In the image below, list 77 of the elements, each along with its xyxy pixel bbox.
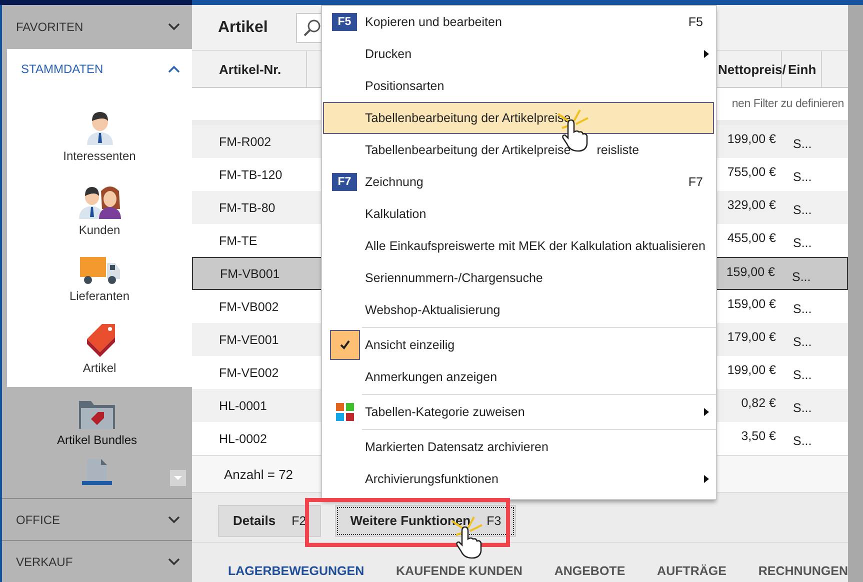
table-cell-text: 0,82 € (740, 395, 777, 412)
table-cell-text: 329,00 € (726, 197, 777, 214)
submenu-arrow-icon (704, 475, 709, 483)
table-cell-text: 199,00 € (726, 131, 777, 148)
table-cell-text: S... (792, 301, 813, 318)
table-cell-text: S... (792, 367, 813, 384)
shortcut-badge: F5 (332, 13, 358, 31)
menu-item[interactable]: Archivierungsfunktionen (323, 463, 714, 495)
menu-item[interactable]: Webshop-Aktualisierung (323, 294, 714, 326)
table-cell-text: FM-TB-80 (218, 200, 276, 216)
section-header[interactable]: STAMMDATEN (7, 49, 192, 89)
category-tiles-icon (336, 403, 354, 421)
scrollbar[interactable] (848, 5, 863, 582)
document-icon[interactable] (82, 459, 112, 485)
nav-item-label[interactable]: Artikel (82, 361, 116, 375)
function-button[interactable]: Weitere Funktionen F3 (335, 504, 516, 536)
menu-item[interactable]: Ansicht einzeilig (323, 329, 714, 361)
bottom-tab[interactable]: ANGEBOTE (554, 564, 626, 578)
function-button[interactable]: Details F2 (218, 504, 322, 536)
table-cell-text: S... (792, 235, 813, 252)
menu-item[interactable]: F5 Kopieren und bearbeiten F5 (323, 6, 714, 38)
menu-item[interactable]: Tabellenbearbeitung der Artikelpreise reisliste (323, 134, 714, 166)
menu-item[interactable]: Markierten Datensatz archivieren (323, 431, 714, 463)
submenu-arrow-icon (704, 50, 709, 58)
bottom-tab[interactable]: LAGERBEWEGUNGEN (228, 564, 364, 578)
nav-item-label[interactable]: Interessenten (63, 149, 136, 163)
chevron-icon (168, 516, 180, 524)
bottom-tab[interactable]: RECHNUNGEN (758, 564, 848, 578)
nav-item-label[interactable]: Lieferanten (69, 289, 130, 303)
table-cell-text: HL-0002 (218, 430, 268, 448)
nav-item-label[interactable]: Artikel Bundles (56, 433, 138, 447)
nav-item-label[interactable]: Kunden (78, 223, 120, 237)
record-count: Anzahl = 72 (224, 466, 294, 482)
section-header[interactable]: FAVORITEN (2, 5, 192, 49)
table-cell-text: 199,00 € (726, 362, 777, 379)
table-cell-text: S... (792, 169, 813, 186)
menu-item[interactable]: Alle Einkaufspreiswerte mit MEK der Kalkulation aktualisieren (323, 230, 714, 262)
table-cell-text: S... (792, 136, 813, 153)
search-icon (302, 18, 321, 36)
submenu-arrow-icon (704, 408, 709, 416)
table-cell-text: FM-TB-120 (218, 166, 284, 184)
menu-item[interactable]: Drucken (323, 38, 714, 70)
table-cell-text: S... (792, 334, 813, 351)
table-cell-text: S... (792, 202, 813, 219)
table-cell-text: S... (792, 433, 813, 450)
filter-placeholder[interactable]: nen Filter zu definieren (732, 98, 844, 110)
bottom-tab[interactable]: AUFTRÄGE (657, 564, 726, 578)
chevron-icon (168, 65, 180, 73)
menu-item[interactable]: F7 Zeichnung F7 (323, 166, 714, 198)
table-cell-text: 159,00 € (725, 264, 776, 281)
menu-item[interactable]: Anmerkungen anzeigen (323, 361, 714, 393)
table-cell-text: FM-VE001 (218, 332, 280, 348)
menu-item[interactable]: Positionsarten (323, 70, 714, 102)
shortcut-badge: F7 (332, 173, 358, 191)
bottom-tab[interactable]: KAUFENDE KUNDEN (396, 564, 522, 578)
table-cell-text: S... (792, 400, 813, 417)
table-cell-text: 179,00 € (726, 329, 777, 346)
table-cell-text: 3,50 € (740, 428, 777, 445)
table-cell-text: 755,00 € (726, 164, 777, 181)
table-cell-text: HL-0001 (218, 398, 268, 414)
table-cell-text: 159,00 € (726, 296, 777, 313)
truck-icon[interactable] (80, 257, 120, 285)
table-cell-text: 455,00 € (726, 230, 777, 247)
chevron-icon (168, 558, 180, 566)
table-cell-text: FM-VE002 (218, 364, 280, 382)
table-cell-text: FM-VB002 (218, 298, 280, 316)
page-title: Artikel (218, 18, 268, 36)
menu-item[interactable]: Kalkulation (323, 198, 714, 230)
folder-icon[interactable] (79, 399, 115, 429)
table-cell-text: FM-VB001 (219, 266, 281, 282)
menu-item[interactable]: Seriennummern-/Chargensuche (323, 262, 714, 294)
table-cell-text: FM-TE (218, 232, 258, 250)
table-cell-text: S... (791, 269, 812, 286)
column-header[interactable]: Artikel-Nr. (192, 51, 307, 87)
table-cell-text: FM-R002 (218, 134, 272, 150)
menu-item[interactable]: Tabellen-Kategorie zuweisen (323, 396, 714, 428)
chevron-icon (168, 23, 180, 31)
